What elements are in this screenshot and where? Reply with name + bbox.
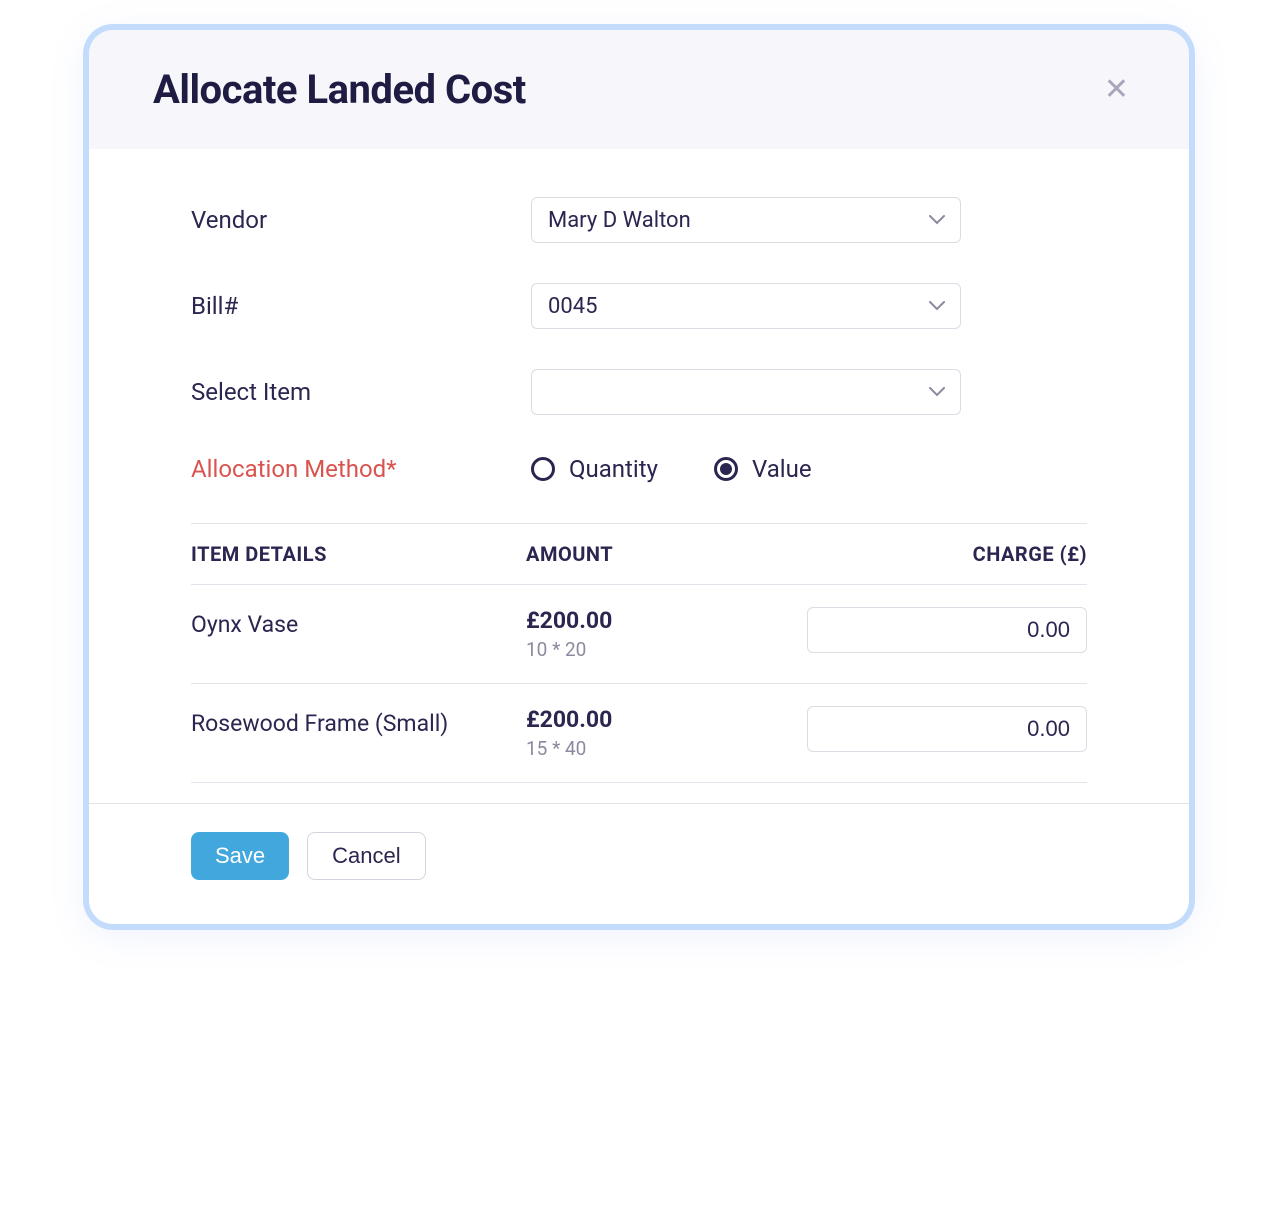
item-amount-cell: £200.00 15 * 40 [526,706,726,760]
item-charge-cell [726,607,1087,653]
radio-quantity[interactable]: Quantity [531,455,658,483]
select-item-label: Select Item [191,378,531,406]
table-row: Rosewood Frame (Small) £200.00 15 * 40 [191,684,1087,783]
table-row: Oynx Vase £200.00 10 * 20 [191,585,1087,684]
bill-label: Bill# [191,292,531,320]
item-name: Oynx Vase [191,607,526,638]
vendor-row: Vendor Mary D Walton [191,197,1087,243]
close-icon: ✕ [1104,73,1129,106]
select-item-row: Select Item [191,369,1087,415]
radio-value-label: Value [752,455,812,483]
vendor-label: Vendor [191,206,531,234]
charge-input[interactable] [807,706,1087,752]
allocate-landed-cost-modal: Allocate Landed Cost ✕ Vendor Mary D Wal… [89,30,1189,924]
radio-icon [531,457,555,481]
cancel-button[interactable]: Cancel [307,832,425,880]
items-table: ITEM DETAILS AMOUNT CHARGE (£) Oynx Vase… [89,523,1189,783]
modal-footer: Save Cancel [89,803,1189,924]
allocation-method-label: Allocation Method* [191,455,531,483]
select-item-select[interactable] [531,369,961,415]
modal-body: Vendor Mary D Walton Bill# 0045 Select I… [89,149,1189,803]
charge-input[interactable] [807,607,1087,653]
allocation-method-radio-group: Quantity Value [531,455,812,483]
item-amount: £200.00 [526,607,726,634]
item-charge-cell [726,706,1087,752]
vendor-value: Mary D Walton [531,197,961,243]
bill-select[interactable]: 0045 [531,283,961,329]
th-amount: AMOUNT [526,542,726,566]
allocation-method-row: Allocation Method* Quantity Value [191,455,1087,483]
select-item-value [531,369,961,415]
modal-title: Allocate Landed Cost [153,66,526,113]
item-amount: £200.00 [526,706,726,733]
th-item-details: ITEM DETAILS [191,542,526,566]
modal-header: Allocate Landed Cost ✕ [89,30,1189,149]
bill-value: 0045 [531,283,961,329]
item-name: Rosewood Frame (Small) [191,706,526,737]
item-amount-cell: £200.00 10 * 20 [526,607,726,661]
item-calc: 15 * 40 [526,737,726,760]
table-header: ITEM DETAILS AMOUNT CHARGE (£) [191,523,1087,585]
radio-quantity-label: Quantity [569,455,658,483]
close-button[interactable]: ✕ [1096,68,1137,111]
vendor-select[interactable]: Mary D Walton [531,197,961,243]
item-calc: 10 * 20 [526,638,726,661]
radio-icon [714,457,738,481]
th-charge: CHARGE (£) [726,542,1087,566]
radio-value[interactable]: Value [714,455,812,483]
bill-row: Bill# 0045 [191,283,1087,329]
save-button[interactable]: Save [191,832,289,880]
